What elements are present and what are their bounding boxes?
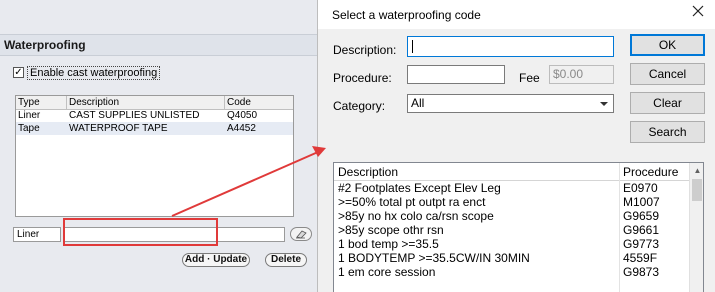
scroll-thumb[interactable] xyxy=(692,179,702,201)
results-scrollbar[interactable]: ▲ xyxy=(689,163,703,292)
text-cursor xyxy=(412,40,413,53)
result-description: >=50% total pt outpt ra enct xyxy=(338,195,486,209)
column-header-procedure[interactable]: Procedure xyxy=(623,165,687,179)
row-type: Liner xyxy=(18,110,41,121)
scroll-up-icon[interactable]: ▲ xyxy=(690,163,703,178)
result-row[interactable]: #2 Footplates Except Elev Leg E0970 xyxy=(334,181,689,195)
result-description: 1 BODYTEMP >=35.5CW/IN 30MIN xyxy=(338,251,530,265)
column-header-description[interactable]: Description xyxy=(338,165,618,179)
dialog-title: Select a waterproofing code xyxy=(332,8,481,22)
result-row[interactable]: >85y no hx colo ca/rsn scope G9659 xyxy=(334,209,689,223)
result-row[interactable]: 1 bod temp >=35.5 G9773 xyxy=(334,237,689,251)
result-procedure: G9873 xyxy=(623,265,660,279)
result-procedure: G9773 xyxy=(623,237,660,251)
result-description: 1 em core session xyxy=(338,265,436,279)
result-description: >85y no hx colo ca/rsn scope xyxy=(338,209,494,223)
result-procedure: 4559F xyxy=(623,251,658,265)
category-label: Category: xyxy=(333,99,386,113)
description-field[interactable] xyxy=(64,227,285,242)
chevron-down-icon xyxy=(600,102,608,106)
table-header: Type Description Code xyxy=(16,96,293,110)
result-row[interactable]: 1 em core session G9873 xyxy=(334,265,689,279)
section-header: Waterproofing xyxy=(0,34,322,56)
clear-button[interactable]: Clear xyxy=(630,92,705,114)
section-title: Waterproofing xyxy=(4,38,86,52)
result-procedure: G9659 xyxy=(623,209,660,223)
search-button[interactable]: Search xyxy=(630,121,705,143)
enable-waterproofing-checkbox[interactable]: ✓ xyxy=(13,67,24,78)
results-list: Description Procedure #2 Footplates Exce… xyxy=(333,162,704,292)
result-description: >85y scope othr rsn xyxy=(338,223,444,237)
add-update-button[interactable]: Add · Update xyxy=(182,253,250,267)
table-row[interactable]: Liner CAST SUPPLIES UNLISTED Q4050 xyxy=(16,109,293,122)
row-description: WATERPROOF TAPE xyxy=(69,123,168,134)
result-description: 1 bod temp >=35.5 xyxy=(338,237,439,251)
row-type: Tape xyxy=(18,123,40,134)
column-header-description[interactable]: Description xyxy=(69,96,224,109)
result-procedure: M1007 xyxy=(623,195,660,209)
procedure-label: Procedure: xyxy=(333,71,392,85)
result-procedure: G9661 xyxy=(623,223,660,237)
waterproofing-table: Type Description Code Liner CAST SUPPLIE… xyxy=(15,95,294,217)
dialog-titlebar[interactable]: Select a waterproofing code xyxy=(318,0,715,29)
select-waterproofing-dialog: Select a waterproofing code Description:… xyxy=(317,0,715,292)
waterproofing-panel: Waterproofing ✓ Enable cast waterproofin… xyxy=(0,0,322,292)
description-label: Description: xyxy=(333,43,397,57)
category-select[interactable]: All xyxy=(407,94,614,113)
eraser-icon xyxy=(296,230,307,239)
eraser-button[interactable] xyxy=(290,227,312,241)
type-field[interactable]: Liner xyxy=(13,227,61,242)
procedure-input[interactable] xyxy=(407,65,505,84)
result-procedure: E0970 xyxy=(623,181,658,195)
cancel-button[interactable]: Cancel xyxy=(630,63,705,85)
delete-button[interactable]: Delete xyxy=(265,253,307,267)
row-description: CAST SUPPLIES UNLISTED xyxy=(69,110,200,121)
fee-label: Fee xyxy=(519,71,540,85)
ok-button[interactable]: OK xyxy=(630,34,705,56)
column-header-code[interactable]: Code xyxy=(227,96,287,109)
result-row[interactable]: >=50% total pt outpt ra enct M1007 xyxy=(334,195,689,209)
result-description: #2 Footplates Except Elev Leg xyxy=(338,181,501,195)
result-row[interactable]: 1 BODYTEMP >=35.5CW/IN 30MIN 4559F xyxy=(334,251,689,265)
table-row[interactable]: Tape WATERPROOF TAPE A4452 xyxy=(16,122,293,135)
fee-input: $0.00 xyxy=(549,65,614,84)
enable-waterproofing-label[interactable]: Enable cast waterproofing xyxy=(27,66,161,80)
results-header: Description Procedure xyxy=(334,163,689,181)
description-input[interactable] xyxy=(407,36,614,57)
close-icon[interactable] xyxy=(689,2,707,20)
result-row[interactable]: >85y scope othr rsn G9661 xyxy=(334,223,689,237)
column-header-type[interactable]: Type xyxy=(18,96,66,109)
category-value: All xyxy=(411,96,425,110)
row-code: A4452 xyxy=(227,123,256,134)
row-code: Q4050 xyxy=(227,110,258,121)
